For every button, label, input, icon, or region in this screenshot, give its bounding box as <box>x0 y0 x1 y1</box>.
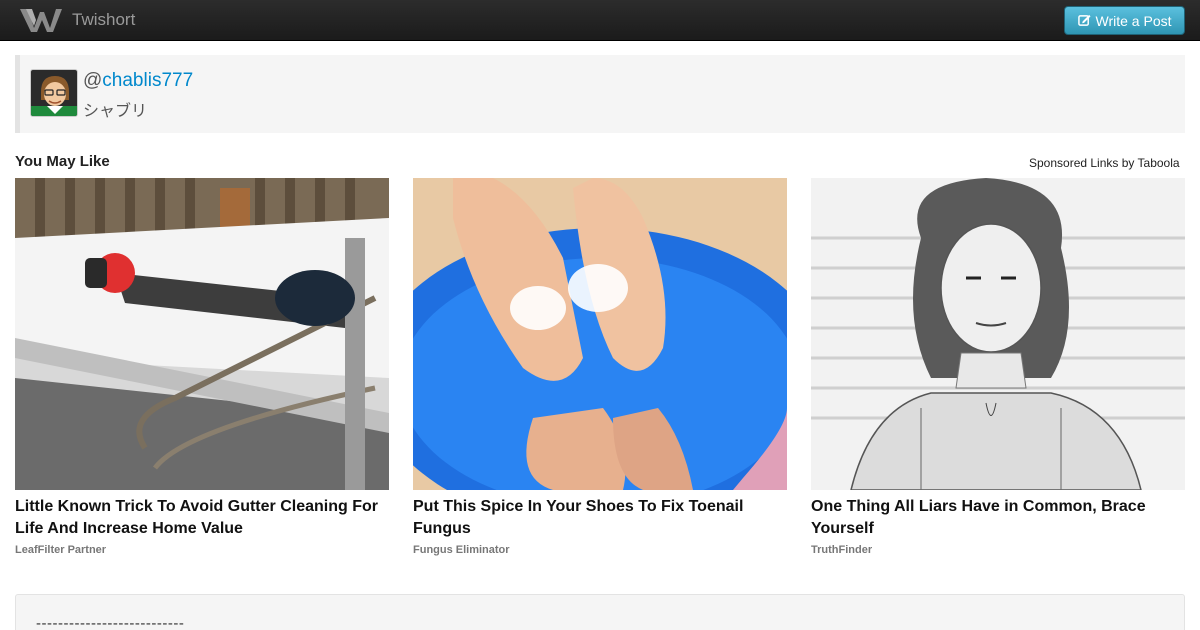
edit-icon <box>1077 14 1091 26</box>
gutter-photo <box>15 178 389 490</box>
recommendation-source: Fungus Eliminator <box>413 544 510 556</box>
avatar[interactable] <box>30 69 78 117</box>
avatar-image <box>31 70 77 116</box>
post-text: --------------------------- <box>36 615 185 630</box>
post-content-box: --------------------------- <box>15 594 1185 630</box>
author-display-name: シャブリ <box>83 101 148 120</box>
top-navbar: Twishort Write a Post <box>0 0 1200 41</box>
write-post-button[interactable]: Write a Post <box>1064 6 1185 35</box>
author-handle: chablis777 <box>102 70 194 91</box>
recommendation-source: LeafFilter Partner <box>15 544 107 556</box>
feet-basin-photo <box>413 178 787 490</box>
author-card: @chablis777 シャブリ <box>15 55 1185 133</box>
write-post-label: Write a Post <box>1095 12 1172 29</box>
recommendation-source: TruthFinder <box>811 544 873 556</box>
brand-name[interactable]: Twishort <box>72 10 135 30</box>
recommendation-card-toenail[interactable]: Put This Spice In Your Shoes To Fix Toen… <box>413 178 787 556</box>
recommendation-headline[interactable]: Little Known Trick To Avoid Gutter Clean… <box>15 496 389 540</box>
recommendation-card-gutter[interactable]: Little Known Trick To Avoid Gutter Clean… <box>15 178 389 556</box>
recommendations-title: You May Like <box>15 153 110 170</box>
recommendation-headline[interactable]: Put This Spice In Your Shoes To Fix Toen… <box>413 496 787 540</box>
woman-sketch-photo <box>811 178 1185 490</box>
handle-at-sign: @ <box>83 70 103 91</box>
twishort-logo-icon[interactable] <box>18 6 64 34</box>
sponsored-links-label[interactable]: Sponsored Links by Taboola <box>1029 156 1180 170</box>
recommendation-headline[interactable]: One Thing All Liars Have in Common, Brac… <box>811 496 1185 540</box>
author-handle-link[interactable]: @chablis777 <box>83 70 193 92</box>
recommendation-card-liars[interactable]: One Thing All Liars Have in Common, Brac… <box>811 178 1185 556</box>
